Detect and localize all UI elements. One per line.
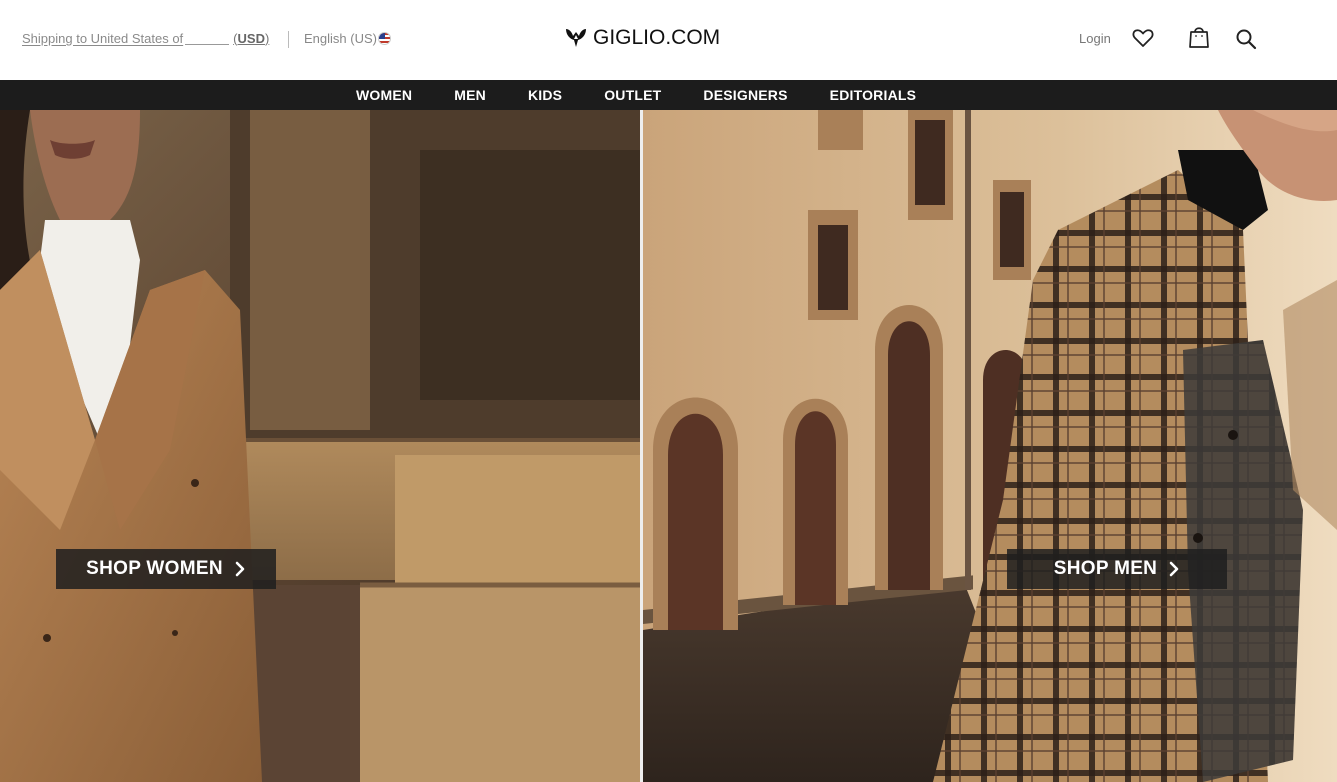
- hero-women-image: [0, 110, 640, 782]
- nav-items: WOMEN MEN KIDS OUTLET DESIGNERS EDITORIA…: [356, 80, 958, 110]
- nav-item-designers[interactable]: DESIGNERS: [703, 87, 787, 103]
- shop-men-label: SHOP MEN: [1053, 558, 1158, 579]
- language-label[interactable]: English (US): [304, 31, 377, 46]
- shipping-selector[interactable]: Shipping to United States of (USD): [22, 31, 269, 46]
- nav-item-kids[interactable]: KIDS: [528, 87, 562, 103]
- header-divider: [288, 31, 289, 48]
- logo-mark-icon: [566, 29, 586, 47]
- logo-text: GIGLIO.COM: [593, 26, 721, 49]
- flag-us-icon: [377, 32, 391, 45]
- site-logo[interactable]: GIGLIO.COM: [563, 25, 720, 51]
- nav-item-editorials[interactable]: EDITORIALS: [830, 87, 917, 103]
- heart-icon[interactable]: [1131, 26, 1155, 50]
- shipping-underline: [185, 33, 230, 45]
- shopping-bag-icon[interactable]: [1186, 24, 1212, 50]
- hero-men-image: [643, 110, 1337, 782]
- shipping-text[interactable]: Shipping to United States of: [22, 31, 183, 46]
- shop-women-label: SHOP WOMEN: [86, 558, 223, 579]
- hero-men[interactable]: SHOP MEN: [643, 110, 1337, 782]
- nav-item-women[interactable]: WOMEN: [356, 87, 412, 103]
- main-nav: WOMEN MEN KIDS OUTLET DESIGNERS EDITORIA…: [0, 80, 1337, 110]
- currency-label[interactable]: (USD): [233, 31, 269, 46]
- shop-men-button[interactable]: SHOP MEN: [1007, 549, 1227, 589]
- search-icon[interactable]: [1234, 27, 1258, 51]
- nav-item-men[interactable]: MEN: [454, 87, 486, 103]
- nav-item-outlet[interactable]: OUTLET: [604, 87, 661, 103]
- language-selector[interactable]: English (US): [304, 31, 391, 46]
- site-header: Shipping to United States of (USD) Engli…: [0, 0, 1337, 80]
- chevron-right-icon: [235, 561, 245, 577]
- shop-women-button[interactable]: SHOP WOMEN: [56, 549, 276, 589]
- login-link[interactable]: Login: [1079, 31, 1111, 46]
- hero-women[interactable]: SHOP WOMEN: [0, 110, 640, 782]
- chevron-right-icon: [1169, 561, 1179, 577]
